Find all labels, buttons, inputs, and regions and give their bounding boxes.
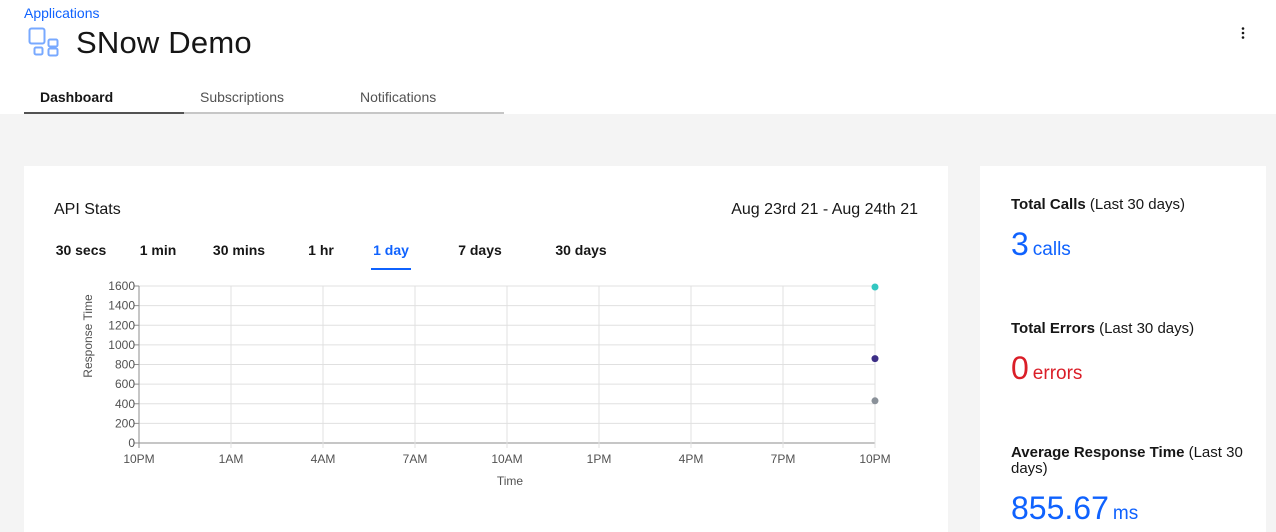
totals-card: Total Calls (Last 30 days) 3 calls Total … [980, 166, 1266, 532]
y-tick-label: 0 [128, 436, 135, 450]
total-errors-unit: errors [1032, 363, 1083, 384]
api-stats-title: API Stats [54, 201, 121, 218]
x-tick-label: 7AM [403, 452, 428, 466]
data-point[interactable] [871, 283, 879, 291]
y-tick-label: 200 [115, 416, 135, 430]
response-time-chart-svg: 0 200 400 600 800 1000 1200 1400 1600 10PM 1AM 4AM 7… [81, 279, 891, 488]
y-tick-label: 1000 [108, 338, 135, 352]
tab-notifications[interactable]: Notifications [344, 82, 504, 114]
y-tick-label: 1400 [108, 299, 135, 313]
x-tick-label: 10AM [491, 452, 522, 466]
x-tick-label: 1AM [219, 452, 244, 466]
application-icon [28, 27, 60, 57]
total-errors-number: 0 [1011, 350, 1029, 386]
api-stats-card: API Stats Aug 23rd 21 - Aug 24th 21 30 s… [24, 166, 948, 532]
tab-subscriptions[interactable]: Subscriptions [184, 82, 344, 114]
page-title: SNow Demo [76, 25, 252, 60]
y-tick-label: 1200 [108, 318, 135, 332]
avg-response-unit: ms [1112, 503, 1139, 524]
x-axis-label: Time [497, 474, 524, 488]
total-calls-number: 3 [1011, 226, 1029, 262]
breadcrumb-applications-link[interactable]: Applications [24, 5, 100, 21]
y-axis-label: Response Time [81, 294, 95, 378]
total-calls-period: (Last 30 days) [1089, 196, 1185, 213]
data-point[interactable] [871, 397, 879, 405]
total-calls-title: Total Calls [1011, 196, 1086, 213]
avg-response-label: Average Response Time (Last 30 days) [1011, 445, 1251, 477]
total-errors-value: 0 errors [1011, 350, 1082, 387]
y-tick-label: 1600 [108, 279, 135, 293]
total-calls-value: 3 calls [1011, 226, 1071, 263]
avg-response-number: 855.67 [1011, 490, 1109, 526]
x-tick-label: 1PM [587, 452, 612, 466]
overflow-menu-icon[interactable] [1232, 22, 1254, 44]
x-tick-label: 10PM [123, 452, 154, 466]
x-tick-label: 4PM [679, 452, 704, 466]
y-tick-label: 800 [115, 358, 135, 372]
total-errors-label: Total Errors (Last 30 days) [1011, 321, 1251, 337]
y-tick-label: 600 [115, 377, 135, 391]
page-header: Applications SNow Demo Dashboard Subscri… [0, 0, 1276, 114]
total-errors-period: (Last 30 days) [1099, 320, 1195, 337]
tab-dashboard[interactable]: Dashboard [24, 82, 184, 114]
x-tick-label: 4AM [311, 452, 336, 466]
y-tick-label: 400 [115, 397, 135, 411]
page-tabs: Dashboard Subscriptions Notifications [24, 82, 504, 114]
response-time-chart: 0 200 400 600 800 1000 1200 1400 1600 10PM 1AM 4AM 7… [48, 266, 908, 501]
x-tick-label: 7PM [771, 452, 796, 466]
total-calls-label: Total Calls (Last 30 days) [1011, 197, 1251, 213]
avg-response-title: Average Response Time [1011, 444, 1185, 461]
x-tick-label: 10PM [859, 452, 890, 466]
date-range: Aug 23rd 21 - Aug 24th 21 [731, 201, 918, 218]
data-point[interactable] [871, 355, 879, 363]
avg-response-value: 855.67 ms [1011, 490, 1138, 527]
total-errors-title: Total Errors [1011, 320, 1095, 337]
total-calls-unit: calls [1032, 239, 1071, 260]
